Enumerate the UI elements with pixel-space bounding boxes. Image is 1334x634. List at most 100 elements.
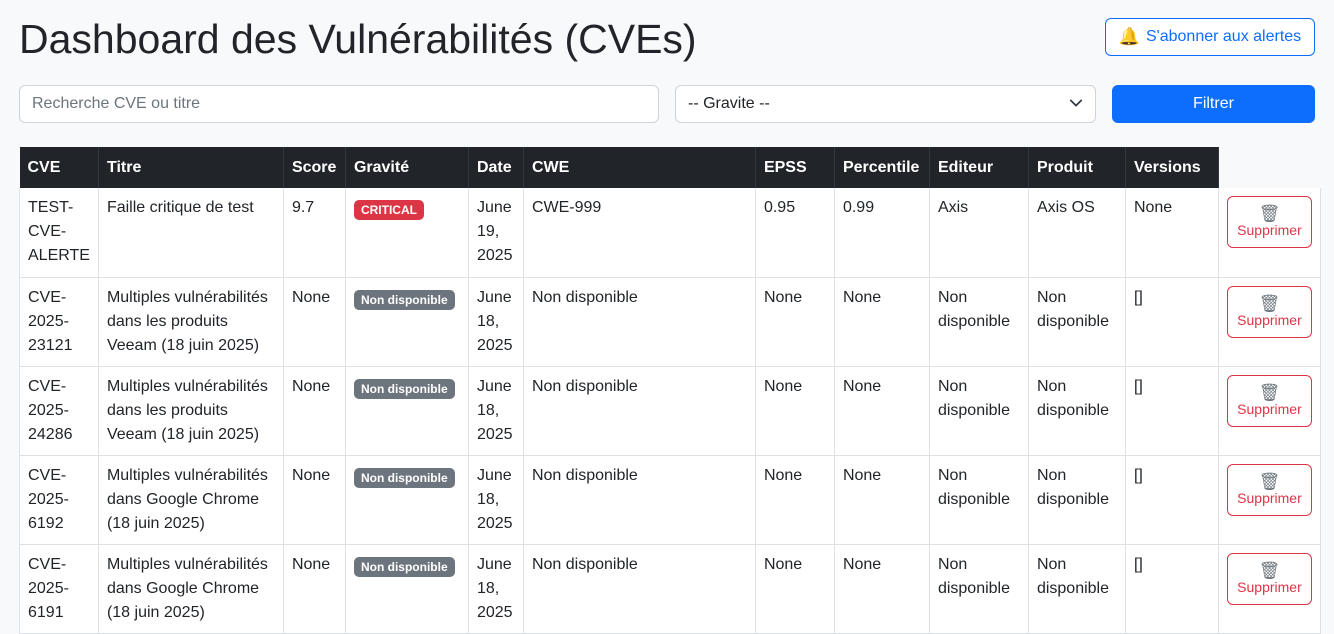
cell-date: June 18, 2025: [468, 277, 524, 367]
cell-epss: None: [755, 366, 835, 456]
cell-percentile: None: [834, 366, 930, 456]
cell-cve: CVE-2025-6191: [19, 544, 99, 634]
cell-gravite: Non disponible: [345, 366, 469, 456]
severity-badge: Non disponible: [353, 289, 455, 310]
cve-table: CVE Titre Score Gravité Date CWE EPSS Pe…: [19, 147, 1321, 634]
delete-button[interactable]: 🗑 Supprimer: [1226, 552, 1312, 605]
cell-editeur: Non disponible: [929, 455, 1029, 545]
trash-icon: 🗑: [1258, 471, 1281, 491]
cell-cwe: CWE-999: [523, 188, 756, 278]
header-epss[interactable]: EPSS: [755, 147, 835, 188]
delete-label: Supprimer: [1237, 489, 1302, 506]
cell-titre: Multiples vulnérabilités dans les produi…: [98, 277, 284, 367]
cell-date: June 19, 2025: [468, 188, 524, 278]
table-row: TEST-CVE-ALERTE Faille critique de test 9.…: [19, 188, 1321, 278]
cell-actions: 🗑 Supprimer: [1218, 544, 1321, 634]
cell-versions: None: [1125, 188, 1219, 278]
delete-button[interactable]: 🗑 Supprimer: [1226, 285, 1312, 338]
cell-cve: CVE-2025-6192: [19, 455, 99, 545]
cell-editeur: Non disponible: [929, 544, 1029, 634]
cell-date: June 18, 2025: [468, 455, 524, 545]
delete-button[interactable]: 🗑 Supprimer: [1226, 374, 1312, 427]
cell-score: 9.7: [283, 188, 346, 278]
cell-produit: Non disponible: [1028, 277, 1126, 367]
cell-gravite: Non disponible: [345, 544, 469, 634]
bell-icon: 🔔: [1118, 27, 1140, 46]
severity-badge: Non disponible: [353, 556, 455, 577]
delete-button[interactable]: 🗑 Supprimer: [1226, 196, 1312, 248]
cell-percentile: None: [834, 455, 930, 545]
header-percentile[interactable]: Percentile: [834, 147, 930, 188]
header-cwe[interactable]: CWE: [523, 147, 756, 188]
filter-button[interactable]: Filtrer: [1112, 85, 1315, 123]
cell-epss: None: [755, 455, 835, 545]
table-row: CVE-2025-6191 Multiples vulnérabilités da…: [19, 544, 1321, 634]
cell-cve: CVE-2025-24286: [19, 366, 99, 456]
table-row: CVE-2025-23121 Multiples vulnérabilités d…: [19, 277, 1321, 367]
cell-actions: 🗑 Supprimer: [1218, 366, 1321, 456]
cell-epss: None: [755, 277, 835, 367]
cell-versions: []: [1125, 366, 1219, 456]
delete-label: Supprimer: [1237, 578, 1302, 595]
chevron-down-icon: [1069, 96, 1083, 113]
cell-score: None: [283, 366, 346, 456]
cell-gravite: CRITICAL: [345, 188, 469, 278]
header-produit[interactable]: Produit: [1028, 147, 1126, 188]
cell-produit: Non disponible: [1028, 366, 1126, 456]
cell-epss: None: [755, 544, 835, 634]
header-editeur[interactable]: Editeur: [929, 147, 1029, 188]
cell-percentile: None: [834, 277, 930, 367]
header-versions[interactable]: Versions: [1125, 147, 1219, 188]
cell-actions: 🗑 Supprimer: [1218, 455, 1321, 545]
severity-badge: Non disponible: [353, 467, 455, 488]
cell-titre: Faille critique de test: [98, 188, 284, 278]
cell-editeur: Axis: [929, 188, 1029, 278]
delete-label: Supprimer: [1237, 311, 1302, 328]
cell-score: None: [283, 455, 346, 545]
cell-cve: CVE-2025-23121: [19, 277, 99, 367]
table-header-row: CVE Titre Score Gravité Date CWE EPSS Pe…: [19, 147, 1321, 188]
header-gravite[interactable]: Gravité: [345, 147, 469, 188]
cell-versions: []: [1125, 277, 1219, 367]
search-input[interactable]: [19, 85, 659, 123]
trash-icon: 🗑: [1258, 382, 1281, 402]
cell-epss: 0.95: [755, 188, 835, 278]
subscribe-alerts-button[interactable]: 🔔 S'abonner aux alertes: [1105, 18, 1315, 56]
cell-gravite: Non disponible: [345, 455, 469, 545]
cell-score: None: [283, 544, 346, 634]
cell-titre: Multiples vulnérabilités dans les produi…: [98, 366, 284, 456]
cell-titre: Multiples vulnérabilités dans Google Chr…: [98, 455, 284, 545]
page-title: Dashboard des Vulnérabilités (CVEs): [19, 16, 697, 62]
gravity-select[interactable]: -- Gravite --: [675, 85, 1096, 123]
trash-icon: 🗑: [1258, 560, 1281, 580]
gravity-select-value: -- Gravite --: [688, 95, 770, 112]
cell-percentile: None: [834, 544, 930, 634]
delete-label: Supprimer: [1237, 400, 1302, 417]
cell-date: June 18, 2025: [468, 544, 524, 634]
cell-cwe: Non disponible: [523, 544, 756, 634]
cell-actions: 🗑 Supprimer: [1218, 277, 1321, 367]
cell-cwe: Non disponible: [523, 277, 756, 367]
header-score[interactable]: Score: [283, 147, 346, 188]
cell-date: June 18, 2025: [468, 366, 524, 456]
delete-button[interactable]: 🗑 Supprimer: [1226, 463, 1312, 516]
cell-actions: 🗑 Supprimer: [1218, 188, 1321, 278]
header-titre[interactable]: Titre: [98, 147, 284, 188]
header-actions: [1218, 147, 1320, 188]
delete-label: Supprimer: [1237, 222, 1302, 238]
cell-cve: TEST-CVE-ALERTE: [19, 188, 99, 278]
table-row: CVE-2025-24286 Multiples vulnérabilités d…: [19, 366, 1321, 456]
cell-versions: []: [1125, 544, 1219, 634]
cell-produit: Non disponible: [1028, 455, 1126, 545]
subscribe-label: S'abonner aux alertes: [1146, 28, 1302, 45]
cell-cwe: Non disponible: [523, 455, 756, 545]
cell-percentile: 0.99: [834, 188, 930, 278]
cell-cwe: Non disponible: [523, 366, 756, 456]
header-cve[interactable]: CVE: [19, 147, 99, 188]
cell-titre: Multiples vulnérabilités dans Google Chr…: [98, 544, 284, 634]
table-row: CVE-2025-6192 Multiples vulnérabilités da…: [19, 455, 1321, 545]
trash-icon: 🗑: [1258, 204, 1281, 223]
header-date[interactable]: Date: [468, 147, 524, 188]
cell-versions: []: [1125, 455, 1219, 545]
cell-gravite: Non disponible: [345, 277, 469, 367]
